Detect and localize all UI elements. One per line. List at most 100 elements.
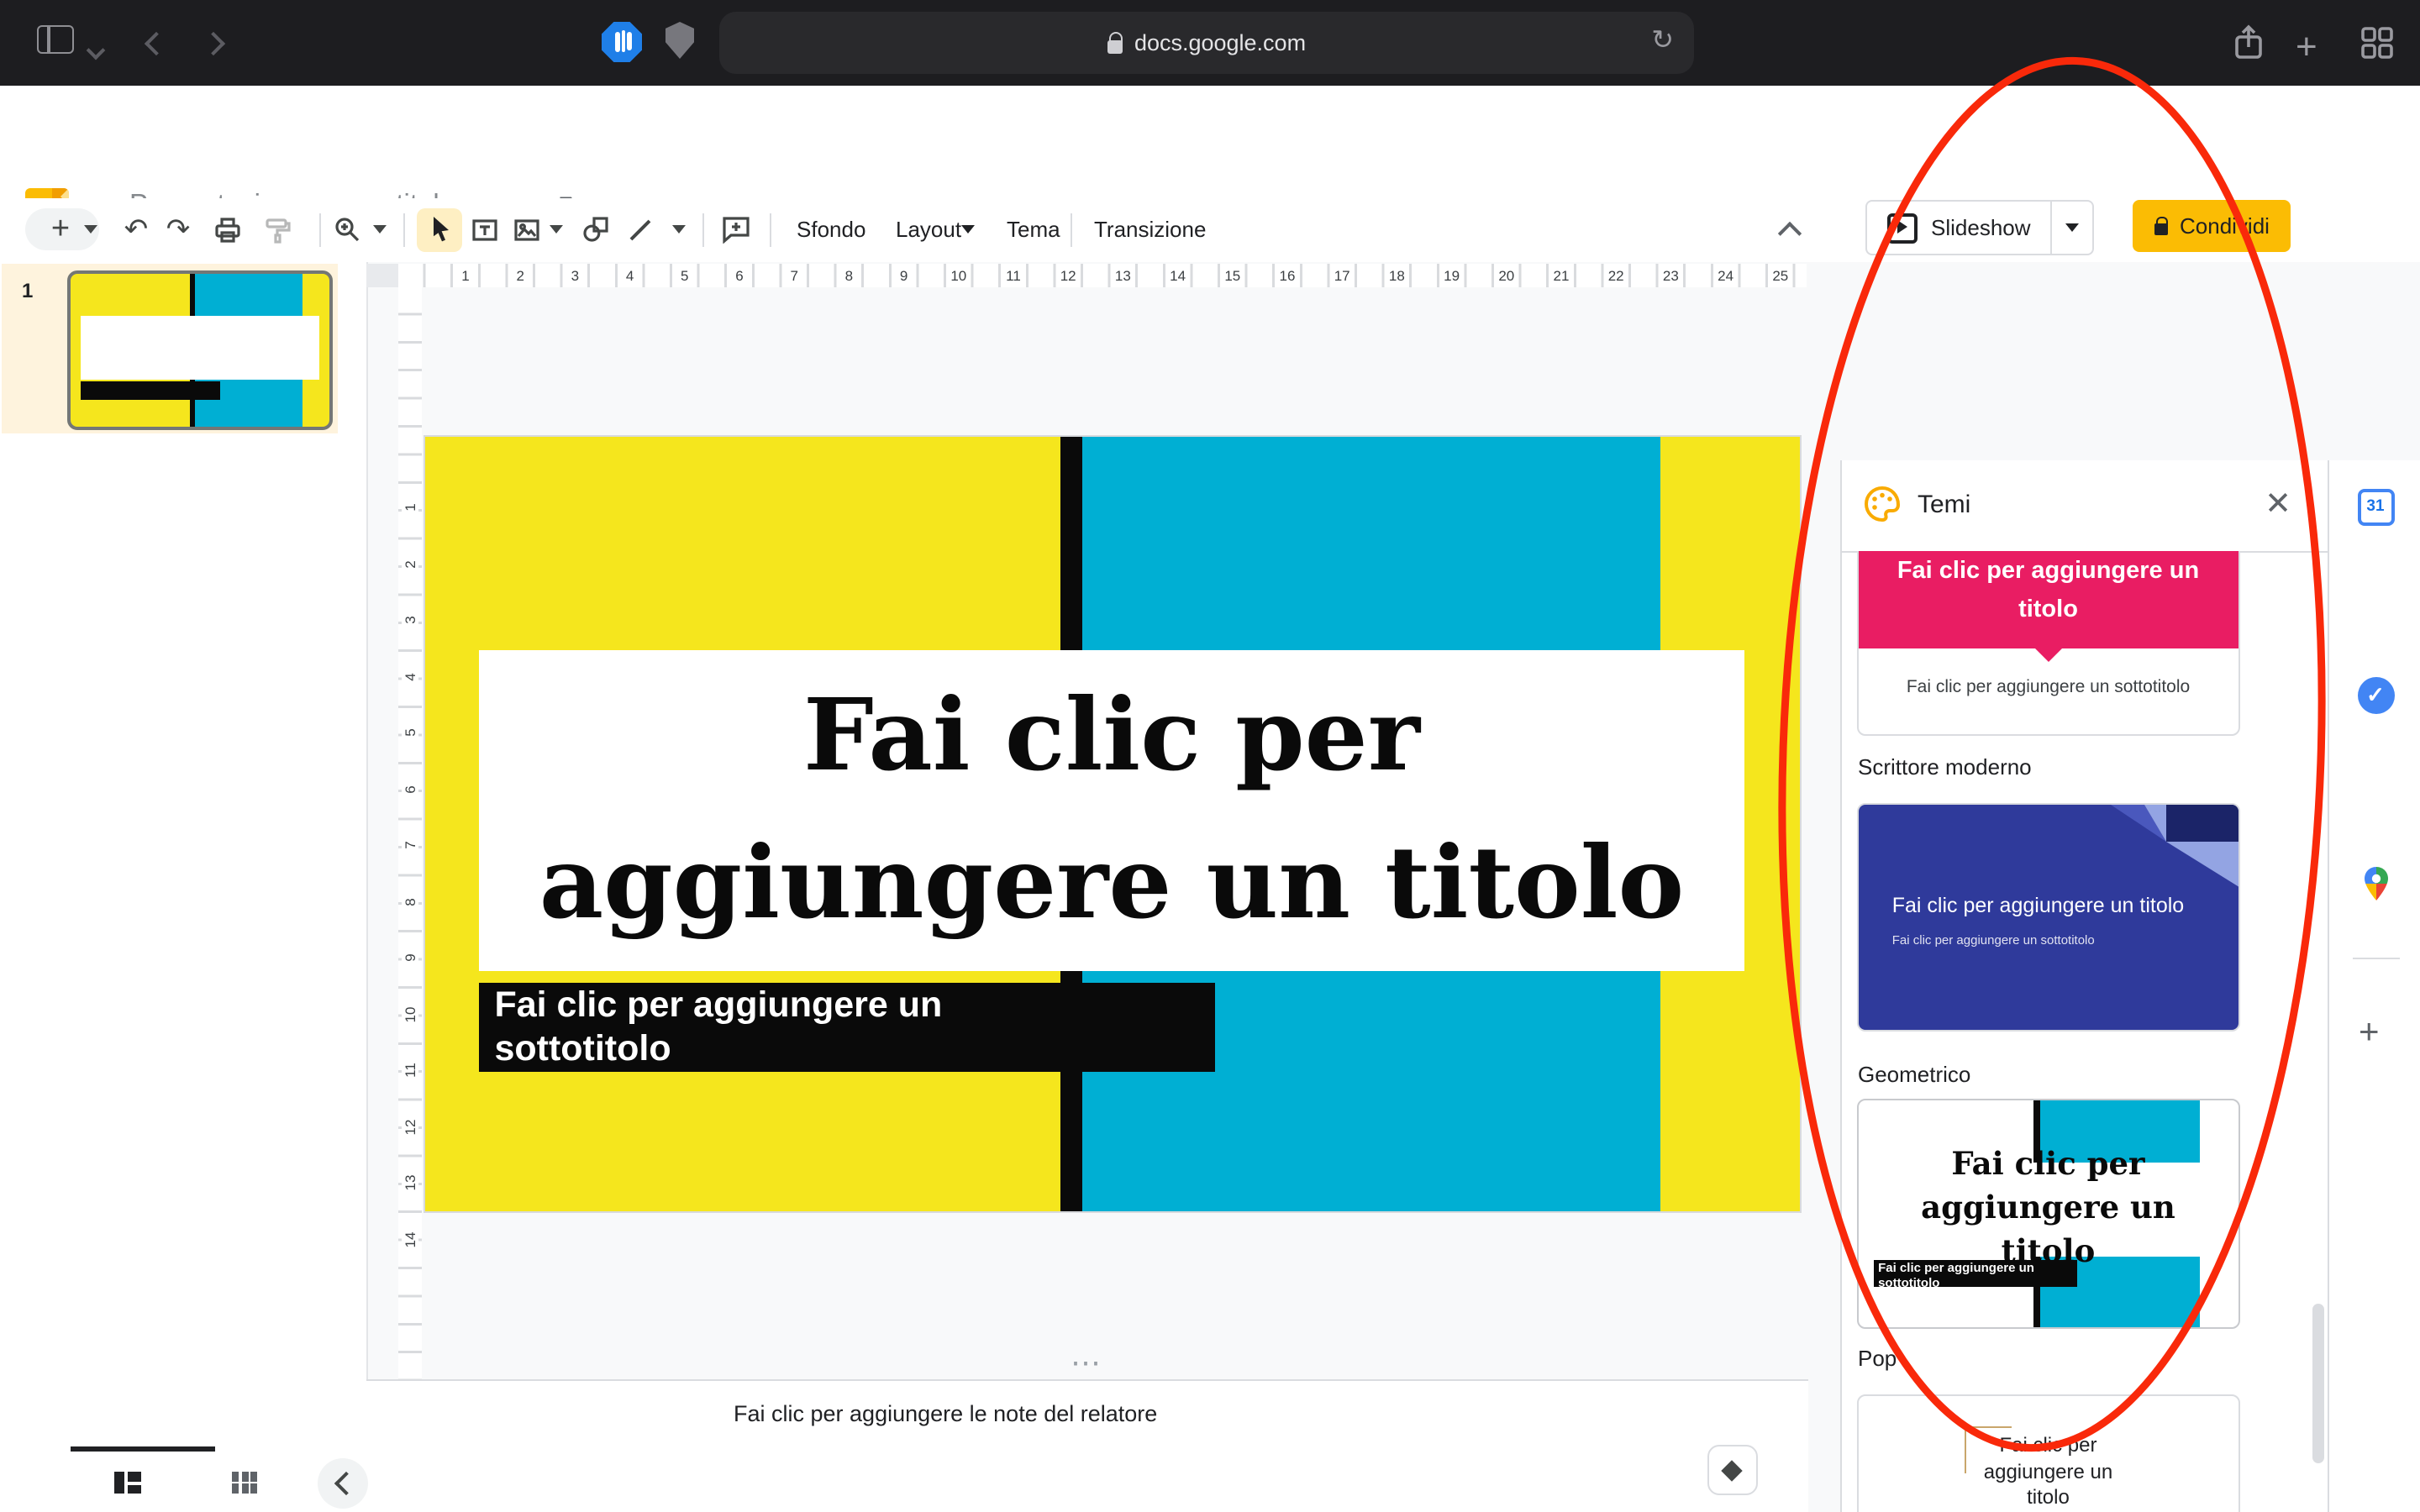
toolbar-separator	[1071, 213, 1072, 246]
theme-card-luxe[interactable]: Fai clic per aggiungere un titolo Fai cl…	[1856, 1394, 2240, 1512]
theme-card-pop[interactable]: Fai clic per aggiungere un titolo Fai cl…	[1856, 1098, 2240, 1329]
undo-icon[interactable]: ↶	[119, 197, 153, 262]
workspace: 1 12345678910111213141516171819202122232…	[0, 262, 2420, 1512]
speaker-notes-placeholder[interactable]: Fai clic per aggiungere le note del rela…	[734, 1401, 1157, 1426]
slide-subtitle-placeholder[interactable]: Fai clic per aggiungere un sottotitolo	[479, 983, 1214, 1072]
lock-icon	[1107, 39, 1123, 53]
share-label: Condividi	[2180, 213, 2270, 239]
writer-notch	[2035, 648, 2062, 662]
new-tab-icon[interactable]: +	[2296, 25, 2317, 69]
redo-icon[interactable]: ↷	[161, 197, 195, 262]
toolbar: + ↶ ↷	[0, 197, 1840, 264]
background-button[interactable]: Sfondo	[786, 197, 876, 262]
explore-icon	[1721, 1459, 1742, 1480]
share-icon[interactable]	[2232, 24, 2265, 71]
select-tool-icon[interactable]	[424, 197, 457, 262]
browser-back-icon[interactable]	[148, 30, 165, 60]
image-caret-icon[interactable]	[546, 197, 566, 262]
url-text: docs.google.com	[1134, 30, 1306, 55]
tasks-icon[interactable]: ✓	[2357, 676, 2394, 713]
privacy-shield-icon[interactable]	[666, 22, 694, 59]
hide-menus-icon[interactable]	[1773, 197, 1807, 262]
slideshow-button[interactable]: Slideshow	[1867, 202, 2051, 254]
slide-title-placeholder[interactable]: Fai clic per aggiungere un titolo	[479, 650, 1744, 972]
luxe-title-line2: aggiungere un	[1858, 1459, 2238, 1485]
filmstrip-view-icon[interactable]	[114, 1472, 141, 1494]
share-button[interactable]: Condividi	[2133, 200, 2291, 252]
vertical-ruler: 1234567891011121314	[398, 287, 422, 1379]
slide-canvas[interactable]: Fai clic per aggiungere un titolo Fai cl…	[423, 435, 1801, 1213]
themes-header: Temi ✕	[1842, 459, 2328, 552]
zoom-caret-icon[interactable]	[370, 197, 390, 262]
browser-sidebar-icon[interactable]	[37, 25, 74, 54]
pop-title-line1: Fai clic per	[1873, 1144, 2223, 1188]
themes-panel: Temi ✕ Fai clic per aggiungere un titolo…	[1840, 459, 2328, 1512]
add-app-icon[interactable]: +	[2359, 1012, 2380, 1053]
zoom-icon[interactable]	[329, 197, 363, 262]
slide-subtitle-line1: Fai clic per aggiungere un	[494, 984, 1214, 1027]
line-caret-icon[interactable]	[669, 197, 689, 262]
close-icon[interactable]: ✕	[2265, 485, 2291, 523]
chevron-down-icon[interactable]	[89, 35, 103, 66]
ruler-corner	[366, 264, 398, 286]
slide-number: 1	[22, 279, 33, 302]
insert-comment-icon[interactable]	[719, 197, 753, 262]
transition-button[interactable]: Transizione	[1084, 197, 1216, 262]
themes-scrollbar[interactable]	[2312, 1303, 2323, 1462]
theme-card-scrittore-moderno[interactable]: Fai clic per aggiungere un titolo Fai cl…	[1856, 550, 2240, 736]
slideshow-dropdown[interactable]	[2051, 202, 2093, 254]
writer-title-line1: Fai clic per aggiungere un	[1858, 553, 2238, 591]
text-box-icon[interactable]	[467, 197, 501, 262]
toolbar-separator	[770, 213, 771, 246]
maps-icon[interactable]	[2357, 864, 2394, 901]
new-slide-button[interactable]: +	[44, 197, 77, 262]
writer-subtitle: Fai clic per aggiungere un sottotitolo	[1858, 677, 2238, 697]
toolbar-separator	[702, 213, 704, 246]
calendar-icon[interactable]: 31	[2357, 488, 2394, 525]
theme-label-geometrico: Geometrico	[1858, 1061, 1970, 1086]
address-bar[interactable]: docs.google.com ↻	[719, 12, 1694, 74]
present-icon	[1887, 213, 1918, 243]
active-view-indicator	[71, 1446, 215, 1452]
slide-title-line1: Fai clic per	[479, 663, 1744, 811]
insert-line-icon[interactable]	[623, 197, 657, 262]
collapse-filmstrip-button[interactable]	[318, 1458, 368, 1509]
luxe-title-line1: Fai clic per	[1858, 1433, 2238, 1459]
slideshow-label: Slideshow	[1931, 215, 2031, 240]
palette-icon	[1864, 485, 1901, 522]
paint-format-icon[interactable]	[260, 197, 294, 262]
writer-title-line2: titolo	[1858, 591, 2238, 630]
rail-divider	[2352, 957, 2399, 958]
insert-shape-icon[interactable]	[578, 197, 612, 262]
tab-overview-icon[interactable]	[2361, 27, 2393, 67]
theme-button[interactable]: Tema	[997, 197, 1071, 262]
layout-caret-icon[interactable]	[958, 197, 978, 262]
luxe-title-line3: titolo	[1858, 1485, 2238, 1511]
content-blocker-icon[interactable]	[602, 22, 642, 62]
speaker-notes-panel[interactable]: Fai clic per aggiungere le note del rela…	[366, 1379, 1807, 1512]
theme-label-pop: Pop	[1858, 1345, 1897, 1370]
browser-forward-icon[interactable]	[205, 30, 222, 60]
reload-icon[interactable]: ↻	[1651, 24, 1674, 57]
slide-title-line2: aggiungere un titolo	[479, 811, 1744, 958]
slide-thumbnail[interactable]	[67, 270, 333, 430]
grid-view-icon[interactable]	[232, 1472, 257, 1494]
explore-button[interactable]	[1707, 1445, 1757, 1495]
themes-title: Temi	[1918, 490, 1970, 518]
thumb-subtitle-bar	[81, 381, 219, 399]
geometric-subtitle: Fai clic per aggiungere un sottotitolo	[1892, 932, 2095, 948]
themes-scroll-area[interactable]: Fai clic per aggiungere un titolo Fai cl…	[1842, 550, 2328, 1512]
thumb-title-box	[81, 316, 318, 380]
browser-titlebar: docs.google.com ↻ +	[0, 0, 2420, 87]
google-apps-rail: 31 ✓ +	[2327, 459, 2420, 1512]
page-indicator-dots: ⋯	[1071, 1346, 1104, 1381]
insert-image-icon[interactable]	[509, 197, 543, 262]
slide-subtitle-line2: sottotitolo	[494, 1027, 1214, 1070]
print-icon[interactable]	[210, 197, 244, 262]
screen: docs.google.com ↻ + Presentazione senza …	[0, 0, 2420, 1512]
new-slide-caret-icon[interactable]	[81, 197, 101, 262]
theme-card-geometrico[interactable]: Fai clic per aggiungere un titolo Fai cl…	[1856, 802, 2240, 1031]
filmstrip-panel: 1	[0, 262, 367, 1512]
app-header: Presentazione senza titolo ☆ File Modifi…	[0, 86, 2420, 197]
pop-title-box: Fai clic per aggiungere un titolo	[1873, 1163, 2223, 1257]
